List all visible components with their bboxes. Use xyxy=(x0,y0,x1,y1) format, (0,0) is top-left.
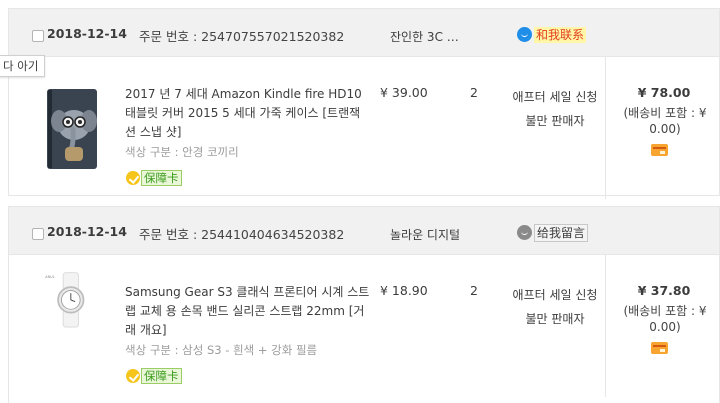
order-card: 2018-12-14 주문 번호 : 254707557021520382 잔인… xyxy=(8,8,720,199)
chat-bubble-icon xyxy=(517,225,532,240)
warranty-badge[interactable]: 保障卡 xyxy=(126,169,182,186)
shop-name-link[interactable]: 놀라운 디지털 xyxy=(390,226,460,243)
total-column: ¥ 37.80 (배송비 포함 : ¥ 0.00) xyxy=(605,255,720,397)
svg-text:ANUL: ANUL xyxy=(45,275,54,279)
product-thumbnail[interactable]: ANUL xyxy=(31,271,97,339)
order-number: 주문 번호 : 254410404634520382 xyxy=(139,227,345,242)
leave-message-button[interactable]: 给我留言 xyxy=(517,223,589,242)
product-title-link[interactable]: 2017 년 7 세대 Amazon Kindle fire HD10 태블릿 … xyxy=(125,85,371,142)
order-header: 2018-12-14 주문 번호 : 254410404634520382 놀라… xyxy=(9,207,719,255)
warranty-label: 保障卡 xyxy=(141,367,182,384)
contact-label: 和我联系 xyxy=(534,26,587,43)
product-title-link[interactable]: Samsung Gear S3 클래식 프론티어 시계 스트랩 교체 용 손목 … xyxy=(125,283,371,340)
order-item-row: ANUL Samsung Gear S3 클래식 프론티어 시계 스트랩 교체 … xyxy=(9,255,719,397)
shipping-note: (배송비 포함 : ¥ 0.00) xyxy=(623,304,707,334)
total-column: ¥ 78.00 (배송비 포함 : ¥ 0.00) xyxy=(605,57,720,199)
order-header: 2018-12-14 주문 번호 : 254707557021520382 잔인… xyxy=(9,9,719,57)
order-date: 2018-12-14 xyxy=(47,224,127,239)
order-checkbox[interactable] xyxy=(32,30,44,42)
payment-card-icon[interactable] xyxy=(651,342,668,354)
complain-seller-link[interactable]: 불만 판매자 xyxy=(509,109,601,133)
tooltip: 다 아기 xyxy=(0,55,46,77)
contact-label: 给我留言 xyxy=(534,223,589,242)
contact-seller-button[interactable]: 和我联系 xyxy=(517,26,587,43)
payment-card-icon[interactable] xyxy=(651,144,668,156)
product-variant: 색상 구분 : 삼성 S3 - 흰색 + 강화 필름 xyxy=(125,343,318,357)
shop-name-link[interactable]: 잔인한 3C … xyxy=(390,28,459,45)
unit-price: ¥ 18.90 xyxy=(380,283,428,298)
complain-seller-link[interactable]: 불만 판매자 xyxy=(509,307,601,331)
order-card: 2018-12-14 주문 번호 : 254410404634520382 놀라… xyxy=(8,206,720,403)
chat-bubble-icon xyxy=(517,27,532,42)
product-thumbnail[interactable] xyxy=(47,89,97,169)
after-sale-request-link[interactable]: 애프터 세일 신청 xyxy=(509,85,601,109)
order-checkbox[interactable] xyxy=(32,228,44,240)
order-item-row: 2017 년 7 세대 Amazon Kindle fire HD10 태블릿 … xyxy=(9,57,719,199)
quantity: 2 xyxy=(470,283,478,298)
unit-price: ¥ 39.00 xyxy=(380,85,428,100)
order-number: 주문 번호 : 254707557021520382 xyxy=(139,29,345,44)
after-sale-actions: 애프터 세일 신청 불만 판매자 xyxy=(509,283,601,331)
warranty-label: 保障卡 xyxy=(141,169,182,186)
warranty-badge[interactable]: 保障卡 xyxy=(126,367,182,384)
order-total: ¥ 78.00 xyxy=(637,85,691,100)
warranty-icon xyxy=(126,368,140,383)
after-sale-actions: 애프터 세일 신청 불만 판매자 xyxy=(509,85,601,133)
warranty-icon xyxy=(126,170,140,185)
shipping-note: (배송비 포함 : ¥ 0.00) xyxy=(623,106,707,136)
order-total: ¥ 37.80 xyxy=(637,283,691,298)
order-date: 2018-12-14 xyxy=(47,26,127,41)
product-variant: 색상 구분 : 안경 코끼리 xyxy=(125,145,239,159)
after-sale-request-link[interactable]: 애프터 세일 신청 xyxy=(509,283,601,307)
quantity: 2 xyxy=(470,85,478,100)
